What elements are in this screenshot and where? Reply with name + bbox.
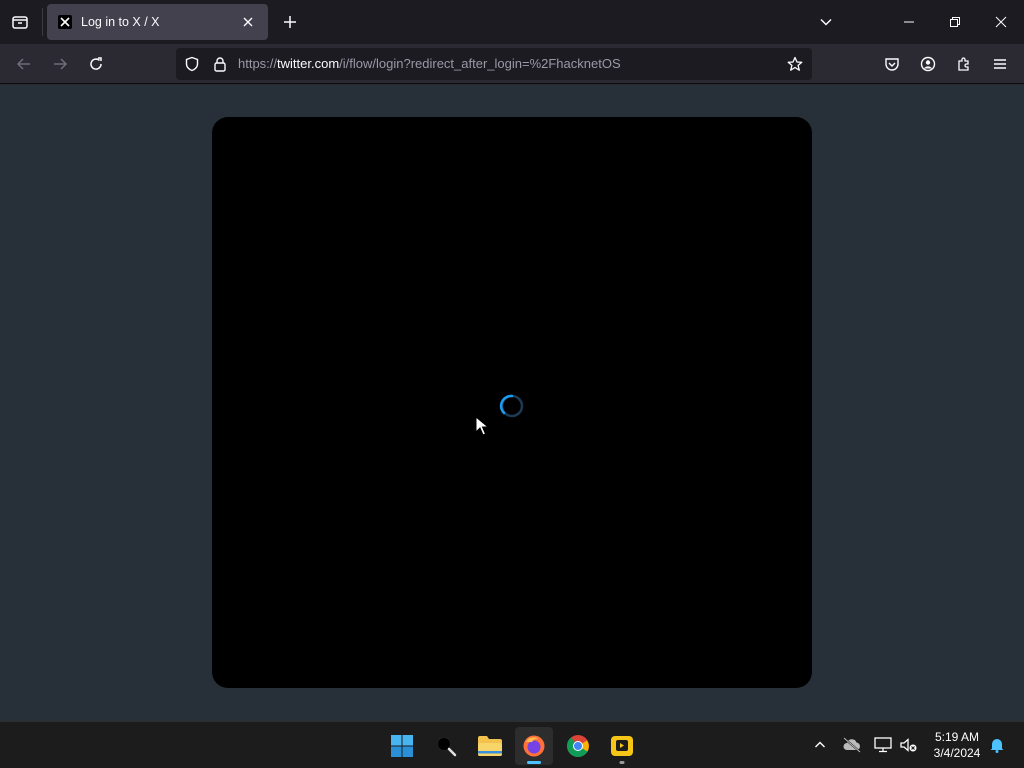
windows-start-icon	[391, 735, 413, 757]
url-path: /i/flow/login?redirect_after_login=%2Fha…	[339, 56, 621, 71]
cloud-off-icon	[843, 737, 861, 753]
tracking-protection-shield-icon[interactable]	[183, 55, 201, 73]
volume-tray-button[interactable]	[898, 734, 920, 756]
clock-time: 5:19 AM	[934, 730, 980, 744]
firefox-icon	[523, 735, 545, 757]
tab-title: Log in to X / X	[81, 15, 160, 29]
pocket-icon	[885, 58, 899, 71]
search-button[interactable]	[427, 727, 465, 765]
pocket-button[interactable]	[878, 50, 906, 78]
loading-spinner-icon	[499, 394, 524, 418]
minimize-button[interactable]	[886, 0, 932, 44]
mouse-cursor-icon	[475, 416, 489, 436]
url-text[interactable]: https://twitter.com/i/flow/login?redirec…	[238, 56, 621, 71]
tab-list-icon	[12, 16, 28, 29]
plus-icon	[284, 16, 296, 28]
bookmark-star-icon[interactable]	[786, 55, 804, 73]
url-host: twitter.com	[277, 56, 340, 71]
clock-date: 3/4/2024	[933, 746, 981, 760]
reload-icon	[90, 57, 102, 70]
notifications-button[interactable]	[986, 734, 1008, 756]
tab-separator	[42, 8, 43, 36]
running-app-indicator	[619, 761, 625, 764]
new-tab-button[interactable]	[276, 8, 304, 36]
navigation-toolbar: https://twitter.com/i/flow/login?redirec…	[0, 44, 1024, 84]
puzzle-icon	[958, 57, 969, 71]
restore-icon	[950, 17, 960, 27]
x-logo-icon	[57, 14, 73, 30]
hamburger-menu-icon	[994, 59, 1006, 69]
active-app-indicator	[527, 761, 541, 764]
list-all-tabs-button[interactable]	[812, 8, 840, 36]
close-window-button[interactable]	[978, 0, 1024, 44]
account-icon	[920, 56, 936, 72]
chrome-button[interactable]	[559, 727, 597, 765]
app-icon	[611, 736, 633, 756]
account-button[interactable]	[914, 50, 942, 78]
close-icon	[995, 16, 1007, 28]
volume-muted-icon	[900, 738, 917, 752]
extensions-button[interactable]	[950, 50, 978, 78]
page-content	[0, 85, 1024, 721]
chevron-up-icon	[815, 741, 825, 748]
reload-button[interactable]	[82, 50, 110, 78]
network-icon	[874, 737, 892, 753]
search-icon	[437, 737, 457, 757]
show-hidden-icons-button[interactable]	[809, 734, 831, 756]
lock-icon[interactable]	[211, 55, 229, 73]
start-button[interactable]	[383, 727, 421, 765]
app-button[interactable]	[603, 727, 641, 765]
tab-close-icon[interactable]	[238, 12, 258, 32]
url-bar[interactable]: https://twitter.com/i/flow/login?redirec…	[176, 48, 812, 80]
url-scheme: https://	[238, 56, 278, 71]
system-clock[interactable]: 5:19 AM 3/4/2024	[926, 729, 988, 761]
taskbar: 5:19 AM 3/4/2024	[0, 721, 1024, 768]
bell-icon	[990, 739, 1004, 753]
arrow-right-icon	[54, 58, 68, 70]
minimize-icon	[904, 21, 914, 23]
tab-active[interactable]: Log in to X / X	[47, 4, 268, 40]
tab-strip: Log in to X / X	[0, 0, 1024, 44]
onedrive-tray-button[interactable]	[841, 734, 863, 756]
network-tray-button[interactable]	[872, 734, 894, 756]
chrome-icon	[567, 735, 589, 757]
chevron-down-icon	[820, 18, 832, 26]
file-explorer-button[interactable]	[471, 727, 509, 765]
tab-list-button[interactable]	[6, 8, 34, 36]
back-button[interactable]	[10, 50, 38, 78]
folder-icon	[478, 736, 502, 756]
firefox-button[interactable]	[515, 727, 553, 765]
app-menu-button[interactable]	[986, 50, 1014, 78]
login-modal	[212, 117, 812, 688]
forward-button[interactable]	[46, 50, 74, 78]
restore-button[interactable]	[932, 0, 978, 44]
arrow-left-icon	[16, 58, 30, 70]
